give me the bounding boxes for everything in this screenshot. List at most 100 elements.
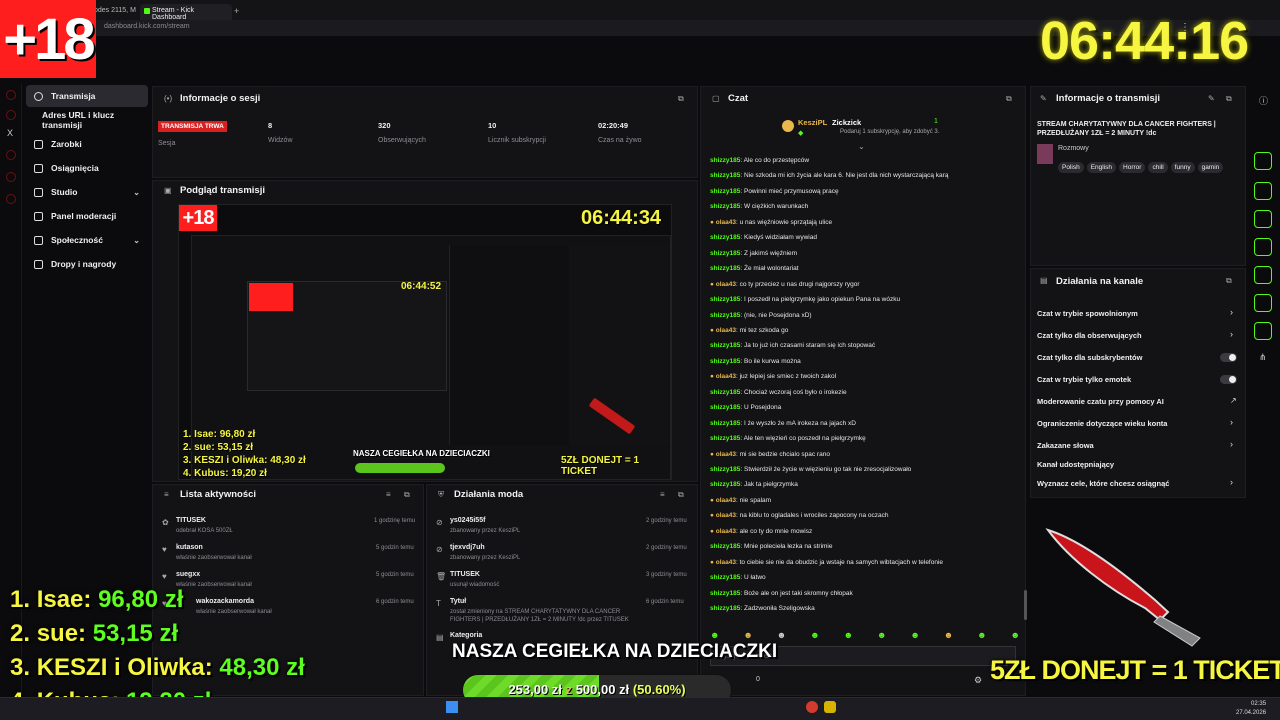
rail-channel-icon[interactable]	[6, 110, 16, 120]
sidebar-item-transmisja[interactable]: Transmisja	[26, 85, 148, 107]
gear-icon[interactable]: ⚙	[974, 675, 982, 686]
chat-username[interactable]: shizzy185	[710, 265, 740, 272]
mod-target[interactable]: tjexvdj7uh	[450, 544, 485, 551]
toggle-subscribers-only[interactable]	[1220, 353, 1237, 362]
browser-tab-active[interactable]: Stream - Kick Dashboard	[140, 4, 232, 21]
rail-tool-icon[interactable]	[1254, 210, 1272, 228]
chat-username[interactable]: olaa43	[716, 219, 736, 226]
share-icon[interactable]: ⋔	[1259, 352, 1267, 363]
rail-tool-icon[interactable]	[1254, 182, 1272, 200]
rail-link-icon[interactable]	[6, 194, 16, 204]
chat-username[interactable]: shizzy185	[710, 420, 740, 427]
chat-username[interactable]: shizzy185	[710, 404, 740, 411]
chevron-right-icon[interactable]: ›	[1230, 477, 1233, 487]
chat-username[interactable]: shizzy185	[710, 342, 740, 349]
chevron-right-icon[interactable]: ›	[1230, 439, 1233, 449]
chat-username[interactable]: olaa43	[716, 373, 736, 380]
taskbar-clock[interactable]: 02:35 27.04.2026	[1236, 700, 1266, 718]
chat-username[interactable]: shizzy185	[710, 543, 740, 550]
emote-icon[interactable]: ☻	[910, 630, 919, 642]
category-name[interactable]: Rozmowy	[1058, 145, 1089, 152]
activity-user[interactable]: kutason	[176, 544, 203, 551]
mod-target[interactable]: Kategoria	[450, 632, 482, 639]
popout-icon[interactable]: ⧉	[404, 490, 410, 500]
chat-username[interactable]: shizzy185	[710, 435, 740, 442]
chat-username[interactable]: olaa43	[716, 497, 736, 504]
pinned-user[interactable]: KesziPL	[798, 118, 827, 127]
new-tab-icon[interactable]: +	[234, 6, 239, 16]
rail-tool-icon[interactable]	[1254, 238, 1272, 256]
chat-username[interactable]: shizzy185	[710, 234, 740, 241]
popout-icon[interactable]: ⧉	[1006, 94, 1012, 104]
sidebar-item-dropy[interactable]: Dropy i nagrody	[26, 253, 148, 275]
windows-start-icon[interactable]	[446, 701, 458, 713]
external-link-icon[interactable]: ↗	[1230, 396, 1237, 405]
emote-icon[interactable]: ☻	[810, 630, 819, 642]
chat-username[interactable]: shizzy185	[710, 358, 740, 365]
sidebar-item-stream-key[interactable]: Adres URL i klucz transmisji	[26, 109, 148, 131]
chat-username[interactable]: shizzy185	[710, 389, 740, 396]
setting-ai-moderation[interactable]: Moderowanie czatu przy pomocy AI	[1037, 397, 1164, 406]
chat-username[interactable]: shizzy185	[710, 172, 740, 179]
filter-icon[interactable]: ≡	[660, 490, 665, 499]
edit-icon[interactable]: ✎	[1208, 94, 1215, 103]
setting-emote-only[interactable]: Czat w trybie tylko emotek	[1037, 375, 1131, 384]
emote-icon[interactable]: ☻	[944, 630, 953, 642]
rail-tool-icon[interactable]	[1254, 322, 1272, 340]
sidebar-item-studio[interactable]: Studio ⌄	[26, 181, 148, 203]
chat-username[interactable]: olaa43	[716, 559, 736, 566]
chat-username[interactable]: shizzy185	[710, 481, 740, 488]
chat-username[interactable]: shizzy185	[710, 188, 740, 195]
chat-username[interactable]: shizzy185	[710, 605, 740, 612]
setting-banned-words[interactable]: Zakazane słowa	[1037, 441, 1094, 450]
popout-icon[interactable]: ⧉	[678, 94, 684, 104]
toggle-emote-only[interactable]	[1220, 375, 1237, 384]
chat-username[interactable]: shizzy185	[710, 574, 740, 581]
chat-username[interactable]: olaa43	[716, 528, 736, 535]
emote-icon[interactable]: ☻	[844, 630, 853, 642]
chat-username[interactable]: olaa43	[716, 281, 736, 288]
rail-tool-icon[interactable]	[1254, 152, 1272, 170]
rail-home-icon[interactable]	[6, 90, 16, 100]
chat-username[interactable]: olaa43	[716, 512, 736, 519]
chat-username[interactable]: shizzy185	[710, 466, 740, 473]
mod-target[interactable]: ys0245i55f	[450, 517, 485, 524]
rail-x-icon[interactable]: X	[7, 128, 13, 138]
rail-tool-icon[interactable]	[1254, 294, 1272, 312]
emote-icon[interactable]: ☻	[1011, 630, 1020, 642]
mod-target[interactable]: Tytuł	[450, 598, 466, 605]
emote-icon[interactable]: ☻	[977, 630, 986, 642]
setting-followers-only[interactable]: Czat tylko dla obserwujących	[1037, 331, 1142, 340]
popout-icon[interactable]: ⧉	[678, 490, 684, 500]
activity-user[interactable]: suegxx	[176, 571, 200, 578]
taskbar-app-icon[interactable]	[824, 701, 836, 713]
info-icon[interactable]: ⓘ	[1259, 94, 1268, 107]
chat-username[interactable]: shizzy185	[710, 157, 740, 164]
stream-preview[interactable]: +18 06:44:34 06:44:52 1. Isae: 96,80 zł …	[178, 204, 672, 480]
setting-goals[interactable]: Wyznacz cele, które chcesz osiągnąć	[1037, 479, 1169, 488]
chat-scrollbar[interactable]	[1024, 590, 1027, 620]
sidebar-item-panel-moderacji[interactable]: Panel moderacji	[26, 205, 148, 227]
rail-link-icon[interactable]	[6, 150, 16, 160]
taskbar-app-icon[interactable]	[806, 701, 818, 713]
chat-username[interactable]: olaa43	[716, 327, 736, 334]
chat-username[interactable]: shizzy185	[710, 590, 740, 597]
sidebar-item-osiagniecia[interactable]: Osiągnięcia	[26, 157, 148, 179]
emote-icon[interactable]: ☻	[777, 630, 786, 642]
setting-slow-mode[interactable]: Czat w trybie spowolnionym	[1037, 309, 1138, 318]
chat-username[interactable]: shizzy185	[710, 296, 740, 303]
chevron-right-icon[interactable]: ›	[1230, 307, 1233, 317]
popout-icon[interactable]: ⧉	[1226, 94, 1232, 104]
chat-username[interactable]: olaa43	[716, 451, 736, 458]
sidebar-item-zarobki[interactable]: Zarobki	[26, 133, 148, 155]
chat-username[interactable]: shizzy185	[710, 312, 740, 319]
chevron-right-icon[interactable]: ›	[1230, 329, 1233, 339]
sidebar-item-spolecznosc[interactable]: Społeczność ⌄	[26, 229, 148, 251]
filter-icon[interactable]: ≡	[386, 490, 391, 499]
popout-icon[interactable]: ⧉	[1226, 276, 1232, 286]
chat-username[interactable]: shizzy185	[710, 250, 740, 257]
setting-subscribers-only[interactable]: Czat tylko dla subskrybentów	[1037, 353, 1142, 362]
chevron-down-icon[interactable]: ⌄	[858, 142, 865, 151]
rail-link-icon[interactable]	[6, 172, 16, 182]
activity-user[interactable]: TITUSEK	[176, 517, 206, 524]
